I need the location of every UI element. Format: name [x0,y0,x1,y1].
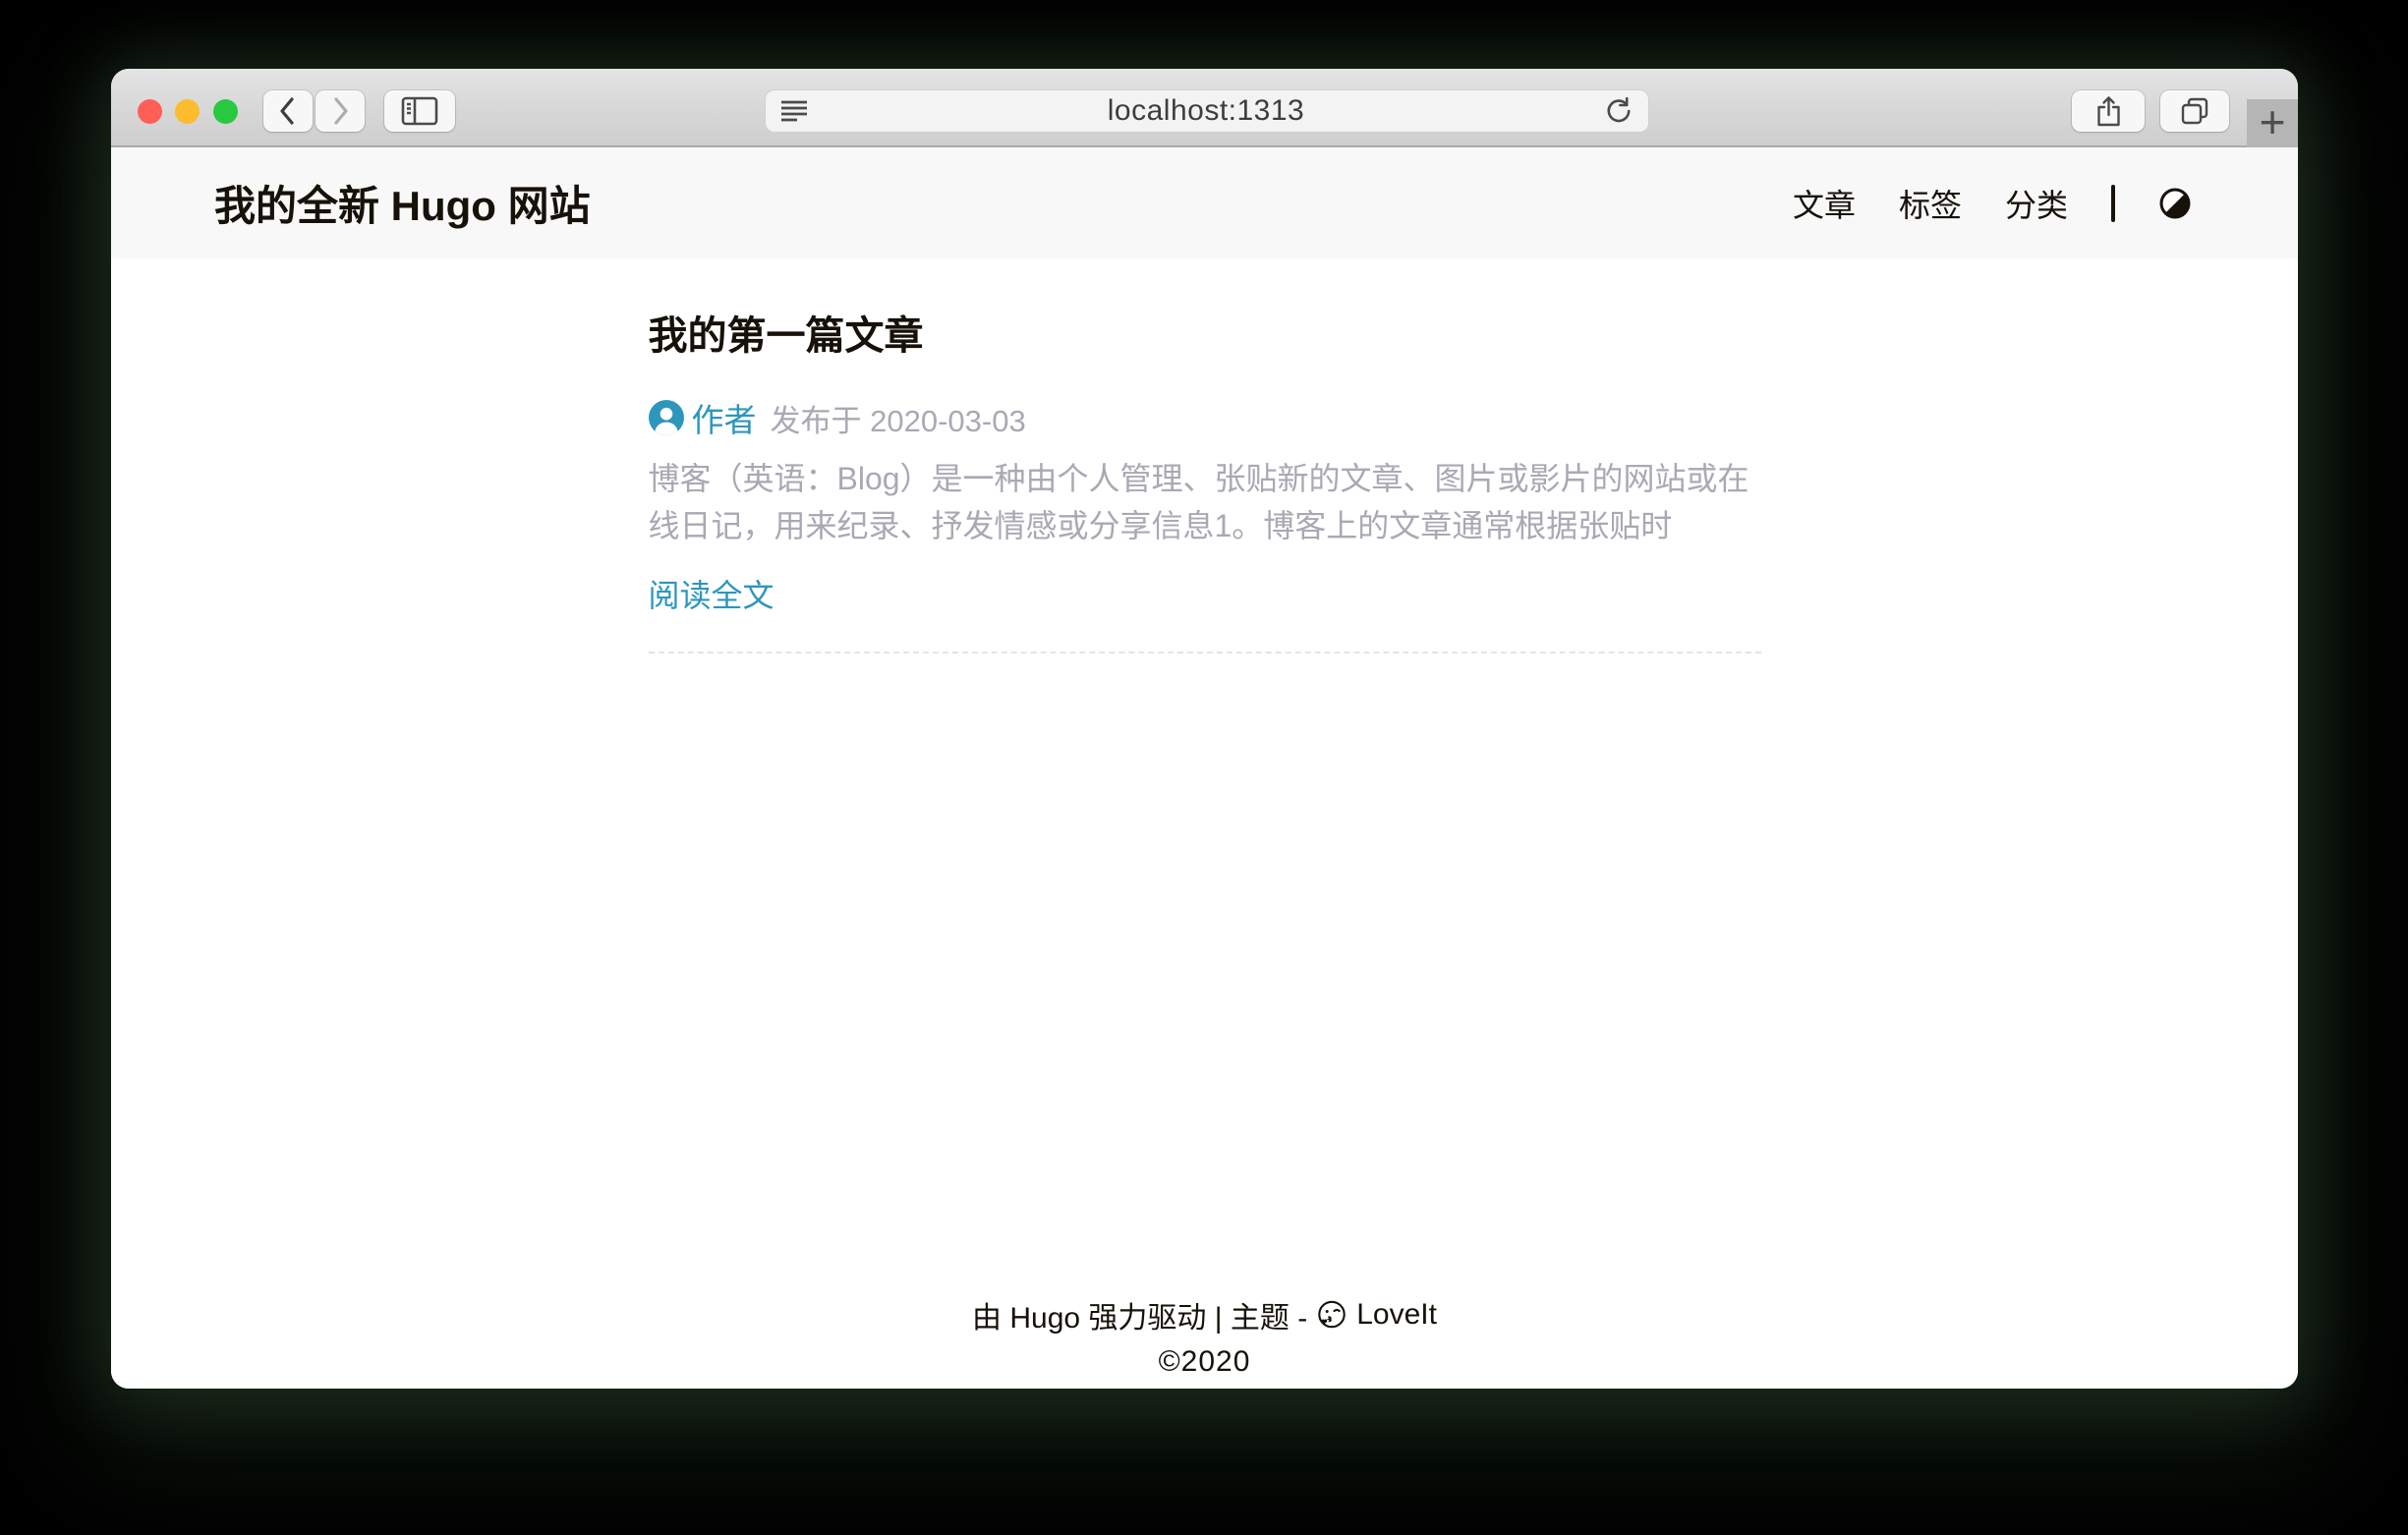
safari-window: localhost:1313 + 我的全新 Hugo 网站 [111,69,2298,1389]
main-nav: 文章 标签 分类 [1793,181,2192,226]
read-more-link[interactable]: 阅读全文 [649,571,774,616]
contrast-circle-icon [2158,187,2192,220]
chevron-right-icon [329,95,351,127]
powered-by-line: 由 Hugo 强力驱动 | 主题 - LoveIt [111,1293,2298,1336]
publish-date: 2020-03-03 [870,404,1026,438]
copyright-text: ©2020 [111,1345,2298,1379]
chevron-left-icon [277,95,299,127]
sidebar-icon [400,95,439,127]
reader-icon[interactable] [780,99,808,123]
nav-divider [2111,185,2115,222]
url-text: localhost:1313 [808,94,1604,128]
post-summary-text: 博客（英语：Blog）是一种由个人管理、张贴新的文章、图片或影片的网站或在线日记… [649,455,1761,549]
share-icon [2095,95,2122,128]
tabs-overview-button[interactable] [2160,90,2229,132]
main-content: 我的第一篇文章 作者 发布于 [649,258,1761,654]
publish-prefix: 发布于 [771,404,862,438]
nav-item-posts[interactable]: 文章 [1793,181,1856,226]
plus-icon: + [2260,99,2286,144]
post-summary-card: 我的第一篇文章 作者 发布于 [649,304,1761,654]
site-footer: 由 Hugo 强力驱动 | 主题 - LoveIt ©2020 [111,1293,2298,1379]
post-divider [649,652,1761,654]
new-tab-button[interactable]: + [2247,99,2298,147]
minimize-button[interactable] [175,99,200,124]
address-bar[interactable]: localhost:1313 [765,89,1649,133]
site-header: 我的全新 Hugo 网站 文章 标签 分类 [111,147,2298,258]
tabs-overview-icon [2178,94,2211,128]
back-button[interactable] [263,90,313,132]
nav-item-categories[interactable]: 分类 [2005,181,2068,226]
publish-info: 发布于 2020-03-03 [771,396,1026,440]
theme-link[interactable]: LoveIt [1356,1298,1437,1332]
kiss-wink-heart-icon [1316,1299,1347,1331]
theme-toggle-button[interactable] [2158,187,2192,220]
sidebar-toggle-button[interactable] [384,90,455,132]
nav-item-tags[interactable]: 标签 [1899,181,1962,226]
browser-toolbar: localhost:1313 + [111,69,2298,147]
author-link[interactable]: 作者 [692,394,757,441]
site-title-link[interactable]: 我的全新 Hugo 网站 [214,173,591,233]
reload-icon[interactable] [1604,96,1634,126]
fullscreen-button[interactable] [213,99,238,124]
forward-button[interactable] [315,90,365,132]
user-circle-icon [649,400,684,435]
post-title-link[interactable]: 我的第一篇文章 [649,304,1761,361]
share-button[interactable] [2072,90,2145,132]
webpage: 我的全新 Hugo 网站 文章 标签 分类 我的第一篇文章 [111,147,2298,1389]
post-meta: 作者 发布于 2020-03-03 [649,394,1761,441]
powered-by-text: 由 Hugo 强力驱动 | 主题 - [972,1293,1307,1336]
close-button[interactable] [138,99,162,124]
